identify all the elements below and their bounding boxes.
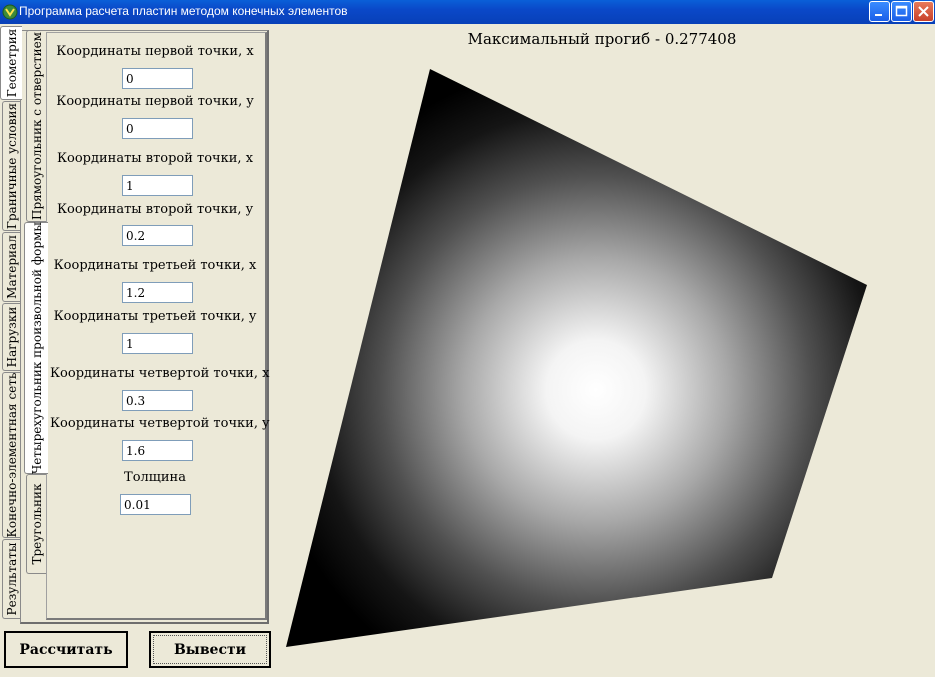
tab-loads-label: Нагрузки (4, 306, 19, 368)
y3-input[interactable] (122, 333, 193, 354)
output-button-label: Вывести (173, 641, 247, 658)
thickness-input[interactable] (120, 494, 191, 515)
deflection-plot (286, 69, 867, 647)
maximize-icon (895, 5, 908, 17)
tab-geometry[interactable]: Геометрия (0, 26, 22, 100)
x2-input[interactable] (122, 175, 193, 196)
tab-material[interactable]: Материал (2, 232, 20, 302)
x3-input[interactable] (122, 282, 193, 303)
window-title: Программа расчета пластин методом конечн… (19, 4, 348, 18)
minimize-icon (875, 14, 882, 16)
y4-input[interactable] (122, 440, 193, 461)
tab-triangle-label: Треугольник (29, 483, 44, 565)
calculate-button[interactable]: Рассчитать (4, 631, 128, 668)
y1-label: Координаты первой точки, y (56, 94, 254, 109)
x4-label: Координаты четвертой точки, x (50, 366, 270, 381)
x1-label: Координаты первой точки, x (56, 44, 254, 59)
thickness-label: Толщина (124, 470, 186, 485)
app-icon (2, 4, 18, 20)
maximize-button[interactable] (891, 1, 912, 22)
close-icon (918, 6, 929, 17)
tab-triangle[interactable]: Треугольник (26, 474, 46, 574)
minimize-button[interactable] (869, 1, 890, 22)
y2-input[interactable] (122, 225, 193, 246)
tab-results[interactable]: Результаты (2, 539, 20, 619)
y4-label: Координаты четвертой точки, y (50, 416, 270, 431)
x3-label: Координаты третьей точки, x (53, 258, 257, 273)
y3-label: Координаты третьей точки, y (53, 309, 257, 324)
max-deflection-text: Максимальный прогиб - 0.277408 (467, 30, 737, 48)
client-area: Геометрия Граничные условия Материал Наг… (0, 24, 935, 677)
tab-material-label: Материал (4, 235, 19, 299)
output-button[interactable]: Вывести (149, 631, 271, 668)
tab-results-label: Результаты (4, 542, 19, 616)
y1-input[interactable] (122, 118, 193, 139)
x2-label: Координаты второй точки, x (56, 151, 254, 166)
tab-fe-mesh[interactable]: Конечно-элементная сеть (2, 372, 20, 538)
tab-boundary-conditions-label: Граничные условия (4, 102, 19, 230)
tab-rectangle-with-hole[interactable]: Прямоугольник с отверстием (26, 30, 46, 222)
tab-fe-mesh-label: Конечно-элементная сеть (4, 372, 19, 538)
tab-rectangle-with-hole-label: Прямоугольник с отверстием (29, 31, 44, 221)
plate-shape (286, 69, 867, 647)
tab-boundary-conditions[interactable]: Граничные условия (2, 101, 20, 231)
close-button[interactable] (913, 1, 934, 22)
tab-geometry-label: Геометрия (4, 28, 19, 98)
y2-label: Координаты второй точки, y (56, 202, 254, 217)
title-bar: Программа расчета пластин методом конечн… (0, 0, 935, 24)
tab-loads[interactable]: Нагрузки (2, 303, 20, 371)
tab-arbitrary-quadrilateral[interactable]: Четырехугольник произвольной формы (24, 222, 48, 474)
x4-input[interactable] (122, 390, 193, 411)
calculate-button-label: Рассчитать (19, 641, 113, 658)
x1-input[interactable] (122, 68, 193, 89)
tab-arbitrary-quadrilateral-label: Четырехугольник произвольной формы (29, 222, 44, 474)
